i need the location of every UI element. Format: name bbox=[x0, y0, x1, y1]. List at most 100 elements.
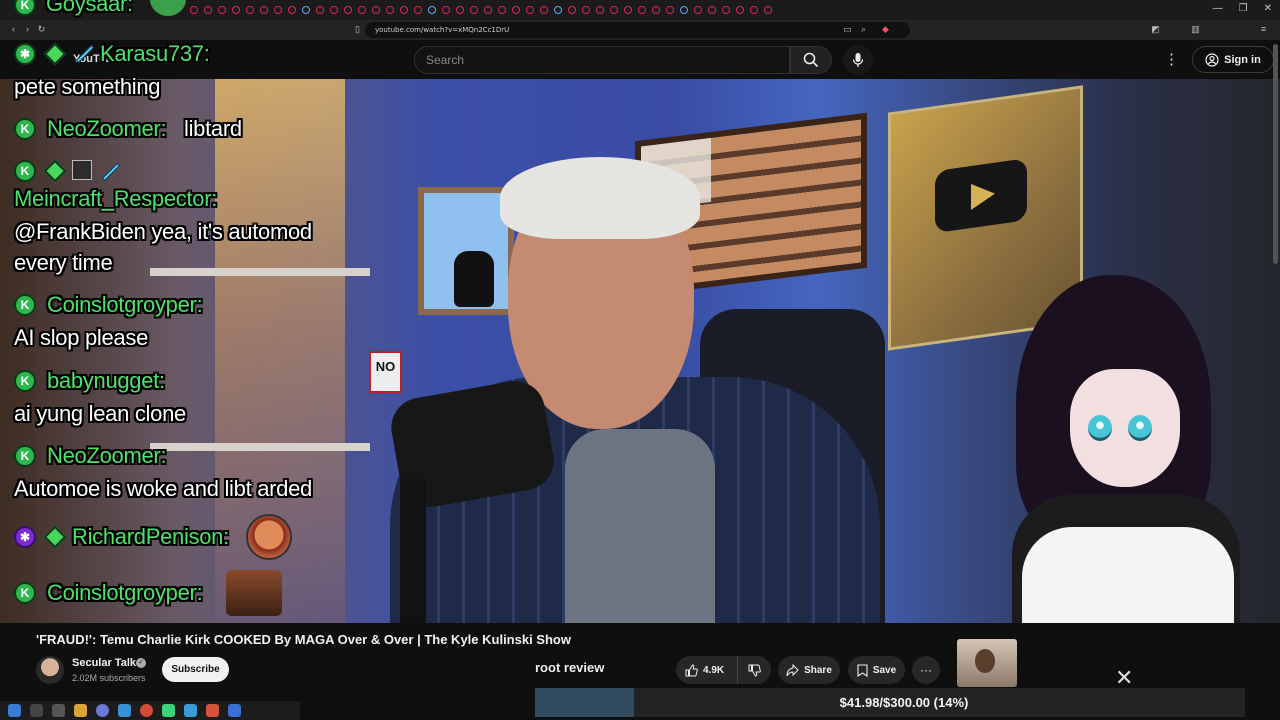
thumbs-down-icon bbox=[748, 664, 761, 677]
close-window-button[interactable]: ✕ bbox=[1264, 3, 1272, 14]
channel-name[interactable]: Secular Talk bbox=[72, 657, 136, 669]
share-button[interactable]: Share bbox=[778, 656, 840, 684]
chat-badge-icon: K bbox=[14, 0, 36, 16]
brave-icon[interactable] bbox=[206, 704, 219, 717]
like-dislike-group: 4.9K bbox=[676, 656, 771, 684]
task-view-icon[interactable] bbox=[52, 704, 65, 717]
host-shirt bbox=[565, 429, 715, 623]
dislike-button[interactable] bbox=[738, 656, 771, 684]
brick-emote-icon bbox=[226, 570, 282, 616]
root-review-label: root review bbox=[535, 660, 605, 675]
chrome-icon[interactable] bbox=[140, 704, 153, 717]
donation-goal-text: $41.98/$300.00 (14%) bbox=[839, 695, 969, 710]
chat-badge-icon: K bbox=[14, 445, 36, 467]
channel-avatar[interactable] bbox=[36, 656, 64, 684]
zoom-icon[interactable]: ⌕ bbox=[858, 24, 869, 35]
browser-tab[interactable] bbox=[512, 6, 520, 14]
chat-username: Karasu737: bbox=[100, 41, 210, 66]
browser-tab[interactable] bbox=[540, 6, 548, 14]
address-bar[interactable]: youtube.com/watch?v=xMQn2Cc1DrU bbox=[365, 22, 910, 38]
browser-tab[interactable] bbox=[638, 6, 646, 14]
vtuber-face bbox=[1070, 369, 1180, 487]
host-hair bbox=[500, 157, 700, 239]
chat-message: ai yung lean clone bbox=[14, 401, 186, 426]
vtuber-eye bbox=[1088, 415, 1112, 441]
browser-menu-icon[interactable]: ≡ bbox=[1258, 24, 1269, 35]
file-explorer-icon[interactable] bbox=[74, 704, 87, 717]
minimize-button[interactable]: — bbox=[1213, 3, 1223, 14]
chat-badge-icon: K bbox=[14, 118, 36, 140]
chat-overlay: K Goysaar: ✱ Karasu737: pete something K… bbox=[0, 0, 420, 622]
overlay-webcam-thumbnail bbox=[957, 639, 1017, 687]
browser-tab[interactable] bbox=[750, 6, 758, 14]
telegram-icon[interactable] bbox=[118, 704, 131, 717]
frog-emote-icon bbox=[150, 0, 186, 16]
browser-tab[interactable] bbox=[764, 6, 772, 14]
chat-username: NeoZoomer: bbox=[47, 116, 167, 141]
windows-start-icon[interactable] bbox=[8, 704, 21, 717]
page-scrollbar[interactable] bbox=[1273, 44, 1278, 264]
browser-tab[interactable] bbox=[568, 6, 576, 14]
vscode-icon[interactable] bbox=[228, 704, 241, 717]
chat-message: @FrankBiden yea, it's automod bbox=[14, 219, 312, 244]
app-icon[interactable] bbox=[184, 704, 197, 717]
os-taskbar bbox=[0, 701, 300, 720]
app-icon[interactable] bbox=[162, 704, 175, 717]
sidebar-icon[interactable]: ▥ bbox=[1190, 24, 1201, 35]
browser-tab[interactable] bbox=[428, 6, 436, 14]
like-count: 4.9K bbox=[703, 664, 725, 676]
diamond-badge-icon bbox=[43, 159, 67, 183]
voice-search-button[interactable] bbox=[843, 45, 873, 75]
vtuber-eye bbox=[1128, 415, 1152, 441]
search-input[interactable] bbox=[414, 46, 790, 74]
shield-icon[interactable]: ◆ bbox=[880, 24, 891, 35]
chat-badge-icon: K bbox=[14, 370, 36, 392]
browser-tab[interactable] bbox=[624, 6, 632, 14]
more-actions-button[interactable]: ··· bbox=[912, 656, 940, 684]
browser-tab[interactable] bbox=[596, 6, 604, 14]
chat-message: Automoe is woke and libt arded bbox=[14, 476, 312, 501]
bookmark-save-icon bbox=[857, 663, 868, 677]
browser-tab[interactable] bbox=[680, 6, 688, 14]
save-button[interactable]: Save bbox=[848, 656, 905, 684]
chat-username: Meincraft_Respector: bbox=[14, 186, 218, 211]
browser-tab[interactable] bbox=[456, 6, 464, 14]
browser-tab[interactable] bbox=[610, 6, 618, 14]
account-icon bbox=[1205, 52, 1219, 67]
maximize-button[interactable]: ❐ bbox=[1239, 3, 1248, 14]
browser-tab[interactable] bbox=[708, 6, 716, 14]
browser-tab[interactable] bbox=[736, 6, 744, 14]
subscribe-button[interactable]: Subscribe bbox=[162, 657, 229, 682]
settings-kebab-icon[interactable]: ⋮ bbox=[1164, 50, 1179, 68]
browser-tab[interactable] bbox=[582, 6, 590, 14]
search-button[interactable] bbox=[790, 46, 832, 74]
discord-icon[interactable] bbox=[96, 704, 109, 717]
browser-tab[interactable] bbox=[554, 6, 562, 14]
browser-tab[interactable] bbox=[722, 6, 730, 14]
save-label: Save bbox=[872, 664, 897, 676]
browser-tab[interactable] bbox=[470, 6, 478, 14]
browser-tab[interactable] bbox=[498, 6, 506, 14]
vtuber-blouse bbox=[1022, 527, 1234, 623]
browser-tab[interactable] bbox=[526, 6, 534, 14]
thumbs-up-icon bbox=[685, 663, 698, 676]
broken-image-icon bbox=[72, 160, 92, 180]
verified-check-icon: ✓ bbox=[136, 658, 146, 668]
search-icon bbox=[803, 52, 819, 68]
face-emote-icon bbox=[246, 514, 292, 560]
browser-tab[interactable] bbox=[442, 6, 450, 14]
chat-badge-icon: ✱ bbox=[14, 43, 36, 65]
browser-tab[interactable] bbox=[652, 6, 660, 14]
sign-in-button[interactable]: Sign in bbox=[1192, 46, 1274, 73]
search-taskbar-icon[interactable] bbox=[30, 704, 43, 717]
microphone-icon bbox=[852, 53, 864, 67]
browser-tab[interactable] bbox=[666, 6, 674, 14]
extensions-icon[interactable]: ◩ bbox=[1150, 24, 1161, 35]
chat-username: NeoZoomer: bbox=[47, 443, 167, 468]
like-button[interactable]: 4.9K bbox=[676, 656, 738, 684]
browser-tab[interactable] bbox=[694, 6, 702, 14]
browser-tab[interactable] bbox=[484, 6, 492, 14]
cast-icon[interactable]: ▭ bbox=[842, 24, 853, 35]
chat-username: RichardPenison: bbox=[72, 524, 229, 549]
chat-badge-icon: ✱ bbox=[14, 526, 36, 548]
